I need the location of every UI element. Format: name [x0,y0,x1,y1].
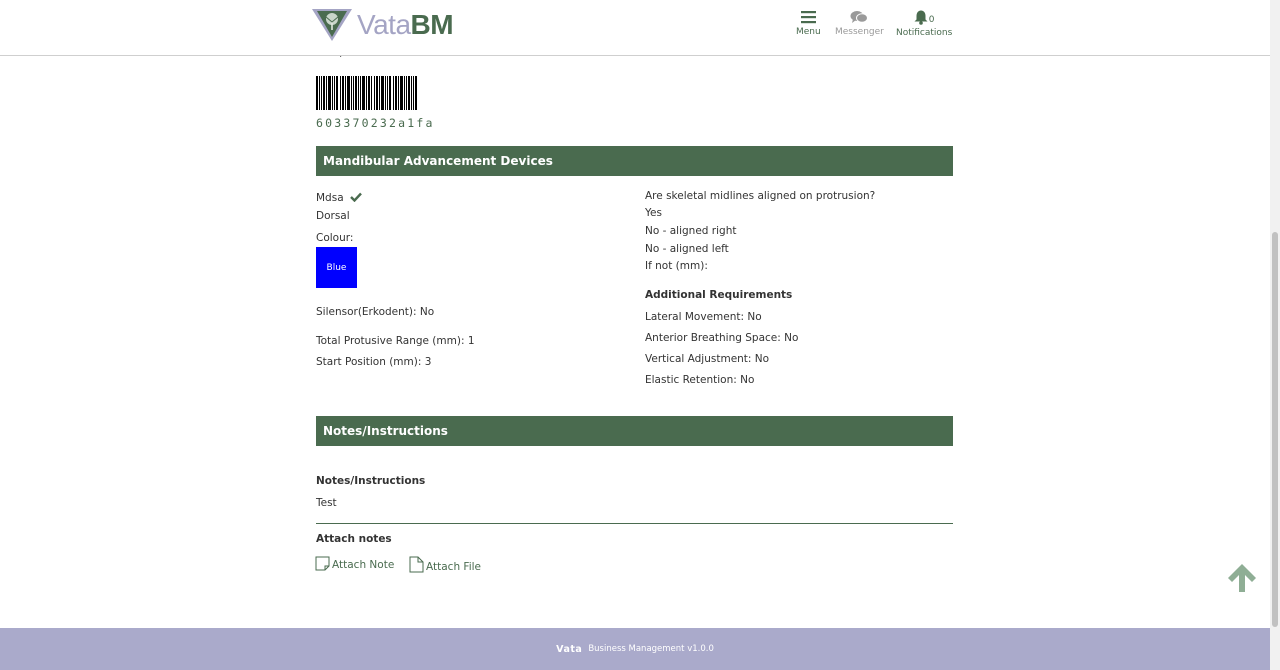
page-footer: Vata Business Management v1.0.0 [0,628,1270,670]
bell-icon [914,10,928,25]
midlines-option-right: No - aligned right [645,225,737,237]
additional-requirements-title: Additional Requirements [645,289,793,301]
notes-value: Test [316,497,337,509]
nav-menu-button[interactable]: Menu [796,10,821,37]
scrollbar-thumb[interactable] [1272,232,1278,627]
footer-text: Business Management v1.0.0 [588,644,714,654]
footer-brand: Vata [556,643,583,655]
midlines-option-yes: Yes [645,207,662,219]
notes-divider [316,523,953,524]
device-type: Mdsa [316,192,344,204]
note-icon [315,556,330,571]
midlines-option-left: No - aligned left [645,243,729,255]
colour-swatch: Blue [316,247,357,288]
hamburger-menu-icon [800,11,816,24]
logo-vata: Vata [357,9,411,40]
order-barcode [316,76,417,110]
device-position: Dorsal [316,210,350,222]
scroll-to-top-arrow-icon[interactable] [1227,563,1257,593]
start-position-value: Start Position (mm): 3 [316,356,432,368]
nav-menu-label: Menu [796,27,821,37]
midlines-if-not: If not (mm): [645,260,708,272]
section-header-mad: Mandibular Advancement Devices [316,146,953,176]
vertical-adjustment: Vertical Adjustment: No [645,353,770,365]
nav-notifications-label: Notifications [896,28,953,38]
top-header: VataBM Menu Messenger 0 Notifications [0,0,1270,56]
attach-notes-title: Attach notes [316,533,392,545]
notification-count-badge: 0 [928,15,935,25]
checkmark-icon [350,192,362,202]
chat-bubbles-icon [850,11,869,23]
lateral-movement: Lateral Movement: No [645,311,762,323]
section-header-notes: Notes/Instructions [316,416,953,446]
attach-note-label: Attach Note [332,559,395,571]
file-icon [409,556,424,573]
anterior-breathing-space: Anterior Breathing Space: No [645,332,799,344]
logo-wordmark: VataBM [357,8,454,42]
elastic-retention: Elastic Retention: No [645,374,755,386]
page-scrollbar[interactable] [1270,0,1280,670]
notes-label: Notes/Instructions [316,475,426,487]
midlines-question: Are skeletal midlines aligned on protrus… [645,190,876,202]
colour-label: Colour: [316,232,354,244]
attach-note-link[interactable]: Attach Note [315,556,394,571]
tree-triangle-logo-icon [312,9,352,41]
device-type-row: Mdsa [316,192,362,204]
nav-messenger-button[interactable]: Messenger [835,10,884,37]
total-range-value: Total Protusive Range (mm): 1 [316,335,475,347]
nav-messenger-label: Messenger [835,27,884,37]
vatabm-logo[interactable]: VataBM [311,8,454,42]
nav-notifications-button[interactable]: 0 Notifications [896,10,952,38]
barcode-number: 603370232a1fa [316,116,435,130]
attach-file-link[interactable]: Attach File [409,556,481,573]
attach-file-label: Attach File [426,561,482,573]
silensor-value: Silensor(Erkodent): No [316,306,435,318]
logo-bm: BM [410,9,454,40]
